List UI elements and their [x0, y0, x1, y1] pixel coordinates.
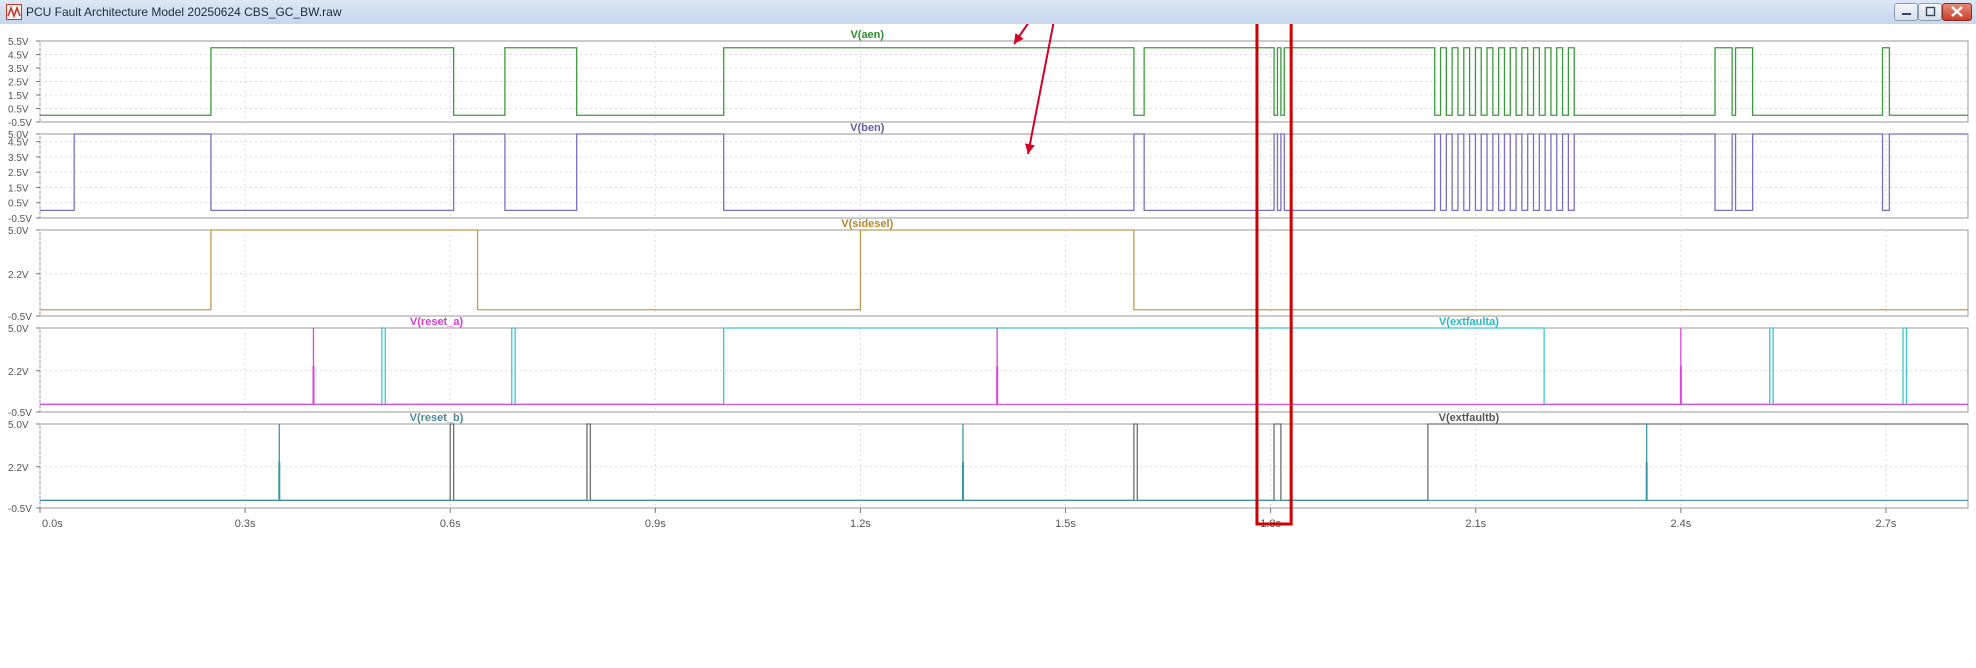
y-tick-label: 5.5V	[8, 37, 29, 48]
trace-label[interactable]: V(aen)	[850, 29, 884, 41]
y-tick-label: 5.0V	[8, 420, 29, 431]
close-button[interactable]	[1942, 3, 1972, 21]
y-tick-label: 2.2V	[8, 367, 29, 378]
pane-frame[interactable]	[39, 229, 1969, 317]
trace-label[interactable]: V(extfaultb)	[1439, 412, 1500, 424]
y-tick-label: -0.5V	[8, 504, 32, 515]
y-tick-label: 0.5V	[8, 199, 29, 210]
x-tick-label: 0.6s	[440, 518, 461, 530]
y-tick-label: 1.5V	[8, 183, 29, 194]
y-tick-label: 5.0V	[8, 226, 29, 237]
waveform-plot[interactable]: 5.5V 4.5V 3.5V 2.5V 1.5V 0.5V -0.5V V(aen) 5.0V 4…	[0, 24, 1976, 668]
trace-label[interactable]: V(ben)	[850, 122, 885, 134]
y-tick-label: 3.5V	[8, 153, 29, 164]
x-tick-label: 0.9s	[645, 518, 666, 530]
ltspice-waveform-icon	[6, 4, 22, 20]
trace-label[interactable]: V(reset_b)	[410, 412, 464, 424]
window-title: PCU Fault Architecture Model 20250624 CB…	[26, 5, 342, 19]
x-tick-label: 0.3s	[235, 518, 256, 530]
y-tick-label: 5.0V	[8, 324, 29, 335]
pane-frame[interactable]	[39, 327, 1969, 413]
minimize-button[interactable]	[1894, 3, 1918, 21]
y-tick-label: 4.5V	[8, 51, 29, 62]
x-tick-label: 2.7s	[1876, 518, 1897, 530]
y-tick-label: 1.5V	[8, 91, 29, 102]
x-tick-label: 1.5s	[1055, 518, 1076, 530]
y-tick-label: 2.5V	[8, 78, 29, 89]
y-tick-label: -0.5V	[8, 214, 32, 225]
y-tick-label: 2.2V	[8, 270, 29, 281]
pane-frame[interactable]	[39, 133, 1969, 219]
y-tick-label: -0.5V	[8, 312, 32, 323]
pane-frame[interactable]	[39, 40, 1969, 123]
y-tick-label: -0.5V	[8, 118, 32, 129]
trace-label[interactable]: V(sidesel)	[841, 218, 893, 230]
minimize-icon	[1902, 13, 1911, 15]
y-tick-label: 2.2V	[8, 463, 29, 474]
close-icon	[1951, 6, 1963, 17]
trace-label[interactable]: V(extfaulta)	[1439, 316, 1499, 328]
title-bar[interactable]: PCU Fault Architecture Model 20250624 CB…	[0, 0, 1976, 25]
trace-label[interactable]: V(reset_a)	[410, 316, 464, 328]
waveform-viewer-window: PCU Fault Architecture Model 20250624 CB…	[0, 0, 1976, 668]
y-tick-label: 4.5V	[8, 138, 29, 149]
x-tick-label: 2.1s	[1465, 518, 1486, 530]
y-tick-label: -0.5V	[8, 408, 32, 419]
maximize-button[interactable]	[1918, 3, 1942, 21]
x-tick-label: 2.4s	[1670, 518, 1691, 530]
pane-frame[interactable]	[39, 423, 1969, 509]
x-tick-label: 1.2s	[850, 518, 871, 530]
x-tick-label: 0.0s	[42, 518, 63, 530]
y-tick-label: 0.5V	[8, 105, 29, 116]
maximize-icon	[1925, 6, 1936, 17]
y-tick-label: 3.5V	[8, 64, 29, 75]
y-tick-label: 2.5V	[8, 168, 29, 179]
